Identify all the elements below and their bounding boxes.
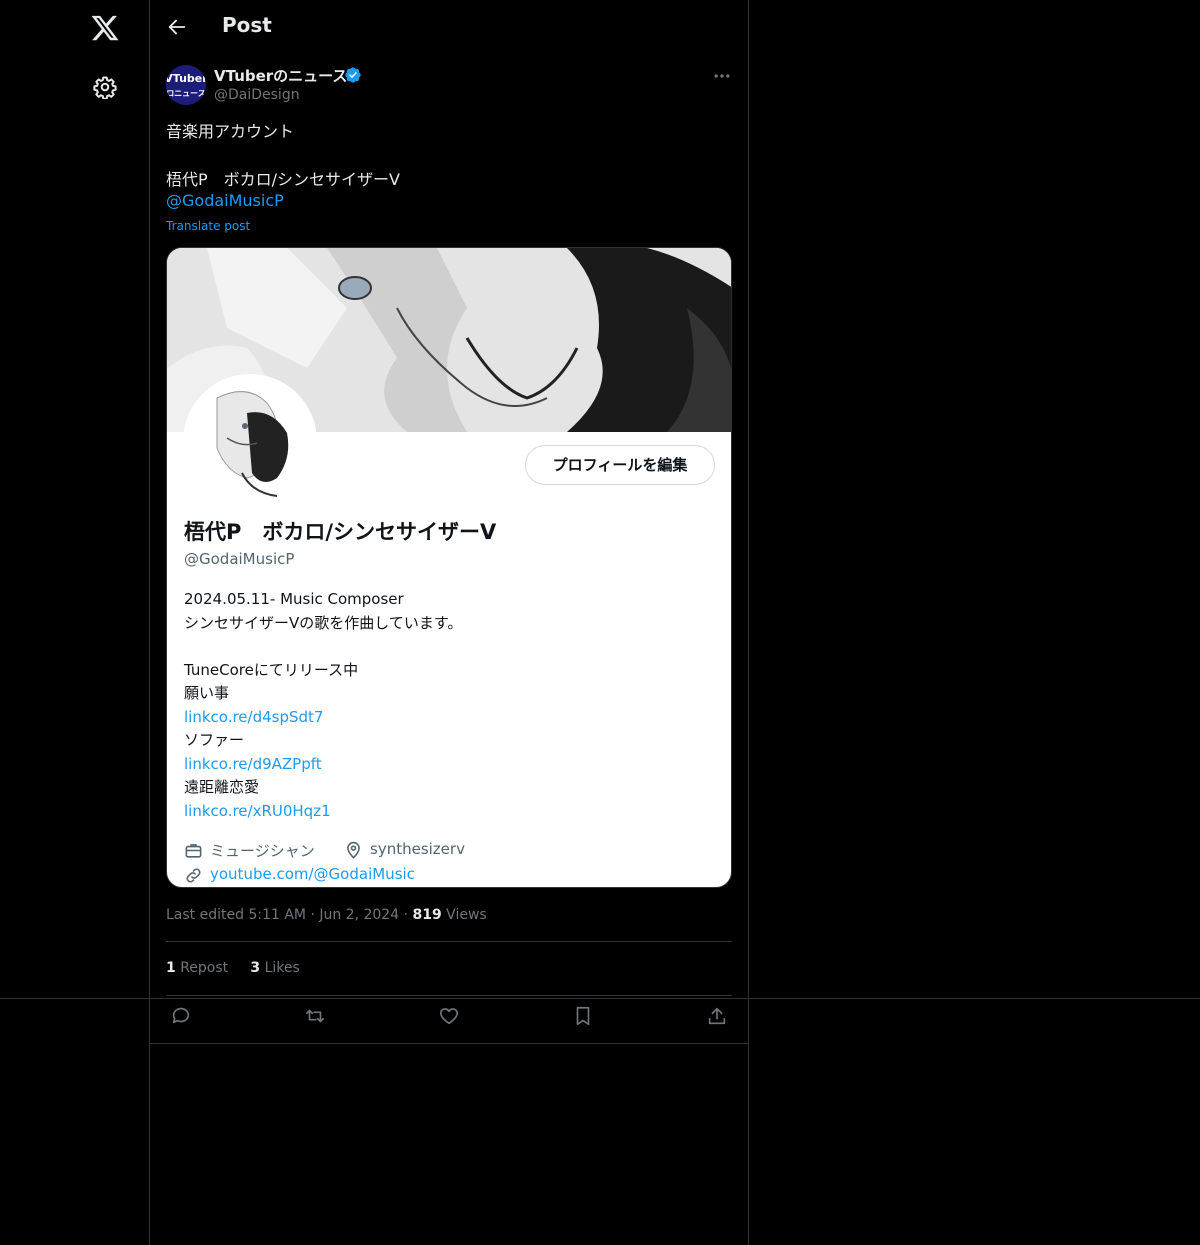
- post-date[interactable]: Jun 2, 2024: [319, 907, 399, 923]
- card-profile-name: 梧代P ボカロ/シンセサイザーV: [184, 520, 497, 544]
- engagement-stats: 1 Repost 3 Likes: [166, 960, 300, 976]
- settings-gear-icon[interactable]: [93, 75, 117, 99]
- reposts-label: Repost: [180, 960, 229, 976]
- bio-link: linkco.re/d4spSdt7: [184, 707, 324, 726]
- bio-line: TuneCoreにてリリース中: [184, 660, 359, 679]
- meta-url-text: youtube.com/@GodaiMusic: [210, 865, 415, 883]
- svg-text:ロニュース: ロニュース: [166, 89, 206, 98]
- side-navigation: [0, 0, 150, 1245]
- briefcase-icon: [185, 844, 202, 858]
- page-title: Post: [222, 13, 272, 37]
- likes-stat[interactable]: 3 Likes: [250, 960, 299, 976]
- edit-profile-button: プロフィールを編集: [525, 445, 715, 485]
- bio-link: linkco.re/xRU0Hqz1: [184, 801, 331, 820]
- mention-link[interactable]: @GodaiMusicP: [166, 191, 284, 210]
- views-label: Views: [446, 907, 487, 923]
- author-avatar[interactable]: VTuber ロニュース: [166, 65, 206, 105]
- author-handle[interactable]: @DaiDesign: [214, 87, 300, 103]
- action-bar: [150, 1005, 748, 1033]
- reposts-stat[interactable]: 1 Repost: [166, 960, 228, 976]
- bio-line: ソファー: [184, 731, 245, 749]
- card-profile-bio: 2024.05.11- Music Composer シンセサイザーVの歌を作曲し…: [184, 588, 714, 823]
- bio-line: シンセサイザーVの歌を作曲しています。: [184, 613, 463, 632]
- profile-avatar-image: [183, 374, 317, 508]
- bio-line: 遠距離恋愛: [184, 778, 260, 796]
- divider: [150, 1043, 748, 1044]
- author-name[interactable]: VTuberのニュース: [214, 65, 347, 86]
- attached-profile-image[interactable]: プロフィールを編集 梧代P ボカロ/シンセサイザーV @GodaiMusicP …: [166, 247, 732, 888]
- bio-link: linkco.re/d9AZPpft: [184, 754, 322, 773]
- card-profile-handle: @GodaiMusicP: [184, 550, 295, 568]
- views-count: 819: [412, 907, 442, 923]
- link-icon: [186, 868, 201, 883]
- back-arrow-icon[interactable]: [166, 16, 188, 38]
- repost-icon[interactable]: [304, 1005, 326, 1027]
- reposts-count: 1: [166, 960, 176, 976]
- likes-label: Likes: [264, 960, 300, 976]
- post-timestamp: Last edited 5:11 AM · Jun 2, 2024 · 819 …: [166, 907, 487, 923]
- post-body-text: 音楽用アカウント 梧代P ボカロ/シンセサイザーV: [166, 122, 400, 189]
- translate-post-link[interactable]: Translate post: [166, 219, 250, 233]
- verified-badge-icon: [345, 67, 361, 83]
- bio-line: 願い事: [184, 684, 230, 702]
- bio-line: 2024.05.11- Music Composer: [184, 590, 404, 608]
- divider: [166, 995, 732, 996]
- likes-count: 3: [250, 960, 261, 976]
- meta-location-text: synthesizerv: [370, 840, 465, 858]
- more-options-icon[interactable]: [712, 66, 732, 86]
- bio-line: [184, 635, 714, 659]
- divider: [166, 941, 732, 942]
- x-logo-icon[interactable]: [90, 13, 120, 43]
- bookmark-icon[interactable]: [572, 1005, 594, 1027]
- share-icon[interactable]: [706, 1005, 728, 1027]
- post-column: Post VTuber ロニュース VTuberのニュース @DaiDesign…: [150, 0, 749, 1245]
- like-heart-icon[interactable]: [438, 1005, 460, 1027]
- post-time[interactable]: Last edited 5:11 AM: [166, 907, 306, 923]
- reply-icon[interactable]: [170, 1005, 192, 1027]
- location-pin-icon: [347, 841, 360, 859]
- meta-job-text: ミュージシャン: [210, 842, 315, 860]
- svg-text:VTuber: VTuber: [166, 72, 206, 85]
